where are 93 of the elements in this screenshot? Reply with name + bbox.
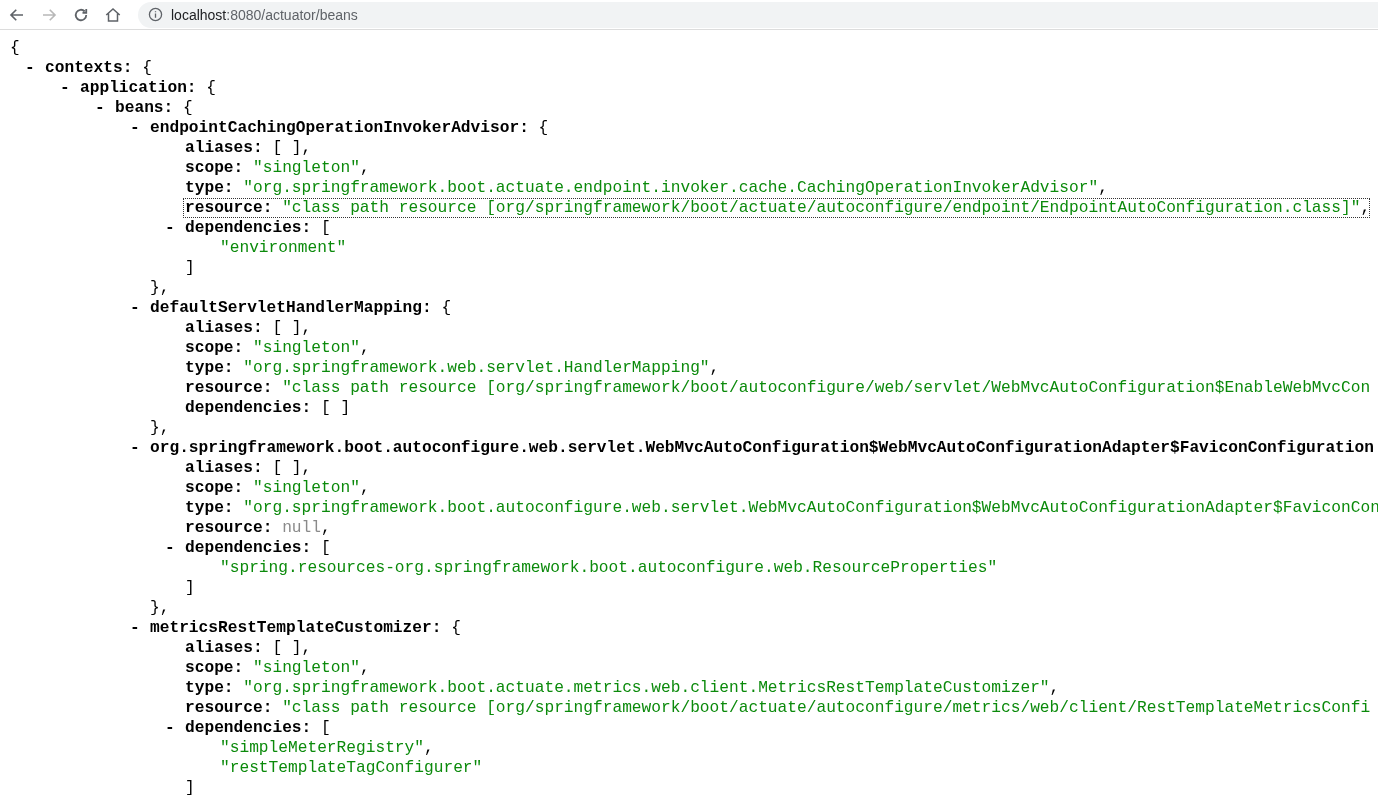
json-key: type:	[185, 678, 234, 698]
json-key: scope:	[185, 158, 244, 178]
json-punctuation: ,	[1098, 178, 1108, 198]
json-value: "environment"	[220, 238, 347, 258]
json-key: type:	[185, 358, 234, 378]
json-punctuation: {	[441, 298, 452, 318]
json-key: resource:	[185, 518, 273, 538]
json-key: aliases:	[185, 138, 263, 158]
address-bar[interactable]: localhost:8080/actuator/beans	[138, 1, 1378, 28]
json-key: application:	[80, 78, 197, 98]
json-value: "singleton"	[253, 658, 360, 678]
json-punctuation: ]	[185, 778, 195, 798]
json-punctuation: ,	[359, 338, 370, 358]
json-key: type:	[185, 498, 234, 518]
json-punctuation: [	[321, 538, 331, 558]
json-punctuation: ,	[359, 158, 370, 178]
json-value: [ ]	[272, 458, 302, 478]
json-key: resource:	[185, 378, 273, 398]
json-punctuation: ]	[185, 578, 195, 598]
collapse-toggle[interactable]: -	[25, 58, 45, 78]
json-key: aliases:	[185, 638, 263, 658]
json-key: scope:	[185, 478, 244, 498]
collapse-toggle[interactable]: -	[165, 718, 185, 738]
url-path: :8080/actuator/beans	[226, 6, 358, 23]
home-icon[interactable]	[104, 5, 122, 24]
json-key: dependencies:	[185, 398, 312, 418]
json-value: "class path resource [org/springframework/boot/actuate/autoconfigure/metrics/web/client/RestTemplateMetricsConfi	[282, 698, 1371, 718]
json-punctuation: [	[321, 218, 331, 238]
json-value: "singleton"	[253, 478, 360, 498]
collapse-toggle[interactable]: -	[130, 118, 150, 138]
collapse-toggle[interactable]: -	[130, 618, 150, 638]
json-punctuation: ,	[424, 738, 434, 758]
json-punctuation: ,	[321, 518, 331, 538]
json-key: dependencies:	[185, 718, 312, 738]
json-key: type:	[185, 178, 234, 198]
json-value: "restTemplateTagConfigurer"	[220, 758, 483, 778]
json-punctuation: ,	[301, 138, 312, 158]
json-value: null	[282, 518, 321, 538]
json-punctuation: ]	[185, 258, 195, 278]
json-punctuation: },	[150, 418, 170, 438]
json-value: "singleton"	[253, 158, 360, 178]
json-key: beans:	[115, 98, 174, 118]
json-punctuation: },	[150, 598, 170, 618]
json-punctuation: ,	[359, 658, 370, 678]
json-value: [ ]	[321, 398, 351, 418]
json-punctuation: {	[10, 38, 20, 58]
json-value: [ ]	[272, 318, 302, 338]
json-punctuation: {	[142, 58, 152, 78]
json-punctuation: ,	[301, 458, 312, 478]
collapse-toggle[interactable]: -	[60, 78, 80, 98]
json-value: "org.springframework.boot.actuate.metrics.web.client.MetricsRestTemplateCustomizer"	[243, 678, 1050, 698]
json-value: [ ]	[272, 638, 302, 658]
url-host: localhost	[171, 6, 227, 23]
json-punctuation: ,	[709, 358, 720, 378]
collapse-toggle[interactable]: -	[95, 98, 115, 118]
json-punctuation: {	[538, 118, 549, 138]
json-value: "singleton"	[253, 338, 360, 358]
json-key: aliases:	[185, 318, 263, 338]
json-key: dependencies:	[185, 218, 312, 238]
json-key: dependencies:	[185, 538, 312, 558]
json-punctuation: ,	[301, 638, 312, 658]
json-key: defaultServletHandlerMapping:	[150, 298, 432, 318]
json-punctuation: ,	[359, 478, 370, 498]
json-key: resource:	[185, 698, 273, 718]
json-punctuation: ,	[1049, 678, 1060, 698]
json-key: endpointCachingOperationInvokerAdvisor:	[150, 118, 529, 138]
json-key: scope:	[185, 338, 244, 358]
json-key: contexts:	[45, 58, 133, 78]
json-value: "org.springframework.web.servlet.HandlerMapping"	[243, 358, 710, 378]
json-key: resource:	[185, 198, 273, 218]
collapse-toggle[interactable]: -	[130, 298, 150, 318]
json-key: metricsRestTemplateCustomizer:	[150, 618, 442, 638]
json-value: [ ]	[272, 138, 302, 158]
json-value: "spring.resources-org.springframework.boot.autoconfigure.web.ResourceProperties"	[220, 558, 998, 578]
collapse-toggle[interactable]: -	[130, 438, 150, 458]
json-value: "class path resource [org/springframework/boot/actuate/autoconfigure/endpoint/EndpointAutoConfiguration.class]"	[282, 198, 1361, 218]
json-value: "simpleMeterRegistry"	[220, 738, 424, 758]
json-punctuation: {	[451, 618, 461, 638]
collapse-toggle[interactable]: -	[165, 538, 185, 558]
json-punctuation: ,	[1360, 198, 1371, 218]
json-value: "class path resource [org/springframework/boot/autoconfigure/web/servlet/WebMvcAutoConfiguration$EnableWebMvcCon	[282, 378, 1371, 398]
json-punctuation: {	[183, 98, 193, 118]
json-value: "org.springframework.boot.autoconfigure.web.servlet.WebMvcAutoConfiguration$WebMvcAutoConfigurationAdapter$FaviconCon	[243, 498, 1378, 518]
json-key: org.springframework.boot.autoconfigure.web.servlet.WebMvcAutoConfiguration$WebMvcAutoConfigurationAdapter$FaviconConfiguration	[150, 438, 1374, 458]
json-punctuation: [	[321, 718, 331, 738]
json-punctuation: ,	[301, 318, 312, 338]
collapse-toggle[interactable]: -	[165, 218, 185, 238]
json-value: "org.springframework.boot.actuate.endpoint.invoker.cache.CachingOperationInvokerAdvisor"	[243, 178, 1099, 198]
info-icon[interactable]	[148, 7, 163, 22]
json-key: aliases:	[185, 458, 263, 478]
json-punctuation: },	[150, 278, 170, 298]
json-key: scope:	[185, 658, 244, 678]
json-punctuation: {	[206, 78, 216, 98]
